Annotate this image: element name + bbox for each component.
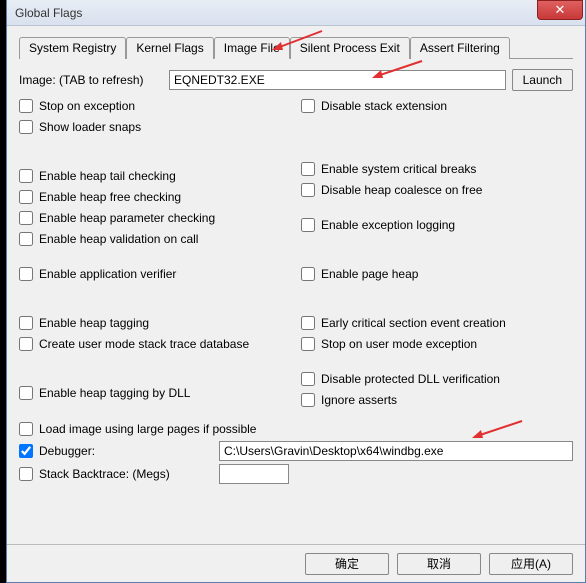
checkbox[interactable] [19,316,33,330]
checkbox[interactable] [301,99,315,113]
chk-heap-tag-dll[interactable]: Enable heap tagging by DLL [19,384,291,402]
checkbox[interactable] [301,393,315,407]
stack-backtrace-input[interactable] [219,464,289,484]
tab-image-file[interactable]: Image File [214,37,290,59]
checkbox[interactable] [19,169,33,183]
chk-heap-free[interactable]: Enable heap free checking [19,188,291,206]
apply-button[interactable]: 应用(A) [489,553,573,575]
chk-disable-stack-ext[interactable]: Disable stack extension [301,97,573,115]
left-column: Stop on exception Show loader snaps Enab… [19,97,291,412]
chk-stack-backtrace[interactable]: Stack Backtrace: (Megs) [19,465,219,483]
chk-heap-tagging[interactable]: Enable heap tagging [19,314,291,332]
checkbox[interactable] [301,337,315,351]
chk-heap-coalesce[interactable]: Disable heap coalesce on free [301,181,573,199]
checkbox[interactable] [19,386,33,400]
chk-page-heap[interactable]: Enable page heap [301,265,573,283]
titlebar: Global Flags ✕ [7,0,585,26]
debugger-input[interactable] [219,441,573,461]
chk-sys-crit[interactable]: Enable system critical breaks [301,160,573,178]
checkbox[interactable] [301,372,315,386]
ok-button[interactable]: 确定 [305,553,389,575]
checkbox[interactable] [19,337,33,351]
checkbox[interactable] [19,99,33,113]
chk-except-log[interactable]: Enable exception logging [301,216,573,234]
close-icon: ✕ [555,2,566,17]
chk-stop-on-exception[interactable]: Stop on exception [19,97,291,115]
checkbox[interactable] [301,316,315,330]
launch-button[interactable]: Launch [512,69,573,91]
global-flags-window: Global Flags ✕ System Registry Kernel Fl… [6,0,586,583]
chk-disable-prot-dll[interactable]: Disable protected DLL verification [301,370,573,388]
bottom-rows: Load image using large pages if possible… [19,420,573,484]
tab-silent-process-exit[interactable]: Silent Process Exit [290,37,410,59]
checkbox[interactable] [19,467,33,481]
tab-bar: System Registry Kernel Flags Image File … [19,36,573,59]
chk-stack-trace-db[interactable]: Create user mode stack trace database [19,335,291,353]
chk-heap-param[interactable]: Enable heap parameter checking [19,209,291,227]
chk-show-loader-snaps[interactable]: Show loader snaps [19,118,291,136]
tab-assert-filtering[interactable]: Assert Filtering [410,37,510,59]
chk-app-verifier[interactable]: Enable application verifier [19,265,291,283]
checkbox[interactable] [19,422,33,436]
chk-early-crit[interactable]: Early critical section event creation [301,314,573,332]
chk-ignore-asserts[interactable]: Ignore asserts [301,391,573,409]
right-column: Disable stack extension Enable system cr… [301,97,573,412]
checkbox[interactable] [19,190,33,204]
checkbox[interactable] [19,232,33,246]
checkbox[interactable] [301,267,315,281]
checkbox[interactable] [19,211,33,225]
chk-stop-user-except[interactable]: Stop on user mode exception [301,335,573,353]
debugger-row: Debugger: [19,441,573,461]
chk-debugger[interactable]: Debugger: [19,442,219,460]
tab-system-registry[interactable]: System Registry [19,37,126,59]
chk-large-pages[interactable]: Load image using large pages if possible [19,420,573,438]
image-row: Image: (TAB to refresh) Launch [19,69,573,91]
client-area: System Registry Kernel Flags Image File … [7,26,585,492]
image-input[interactable] [169,70,506,90]
debugger-checkbox[interactable] [19,444,33,458]
chk-heap-tail[interactable]: Enable heap tail checking [19,167,291,185]
chk-heap-valid[interactable]: Enable heap validation on call [19,230,291,248]
tab-kernel-flags[interactable]: Kernel Flags [126,37,213,59]
close-button[interactable]: ✕ [537,0,583,20]
window-title: Global Flags [15,6,82,20]
checkbox[interactable] [301,183,315,197]
checkbox[interactable] [19,120,33,134]
checkbox-columns: Stop on exception Show loader snaps Enab… [19,97,573,412]
checkbox[interactable] [301,162,315,176]
dialog-footer: 确定 取消 应用(A) [7,544,585,582]
image-label: Image: (TAB to refresh) [19,73,169,87]
checkbox[interactable] [301,218,315,232]
cancel-button[interactable]: 取消 [397,553,481,575]
checkbox[interactable] [19,267,33,281]
stack-backtrace-row: Stack Backtrace: (Megs) [19,464,573,484]
